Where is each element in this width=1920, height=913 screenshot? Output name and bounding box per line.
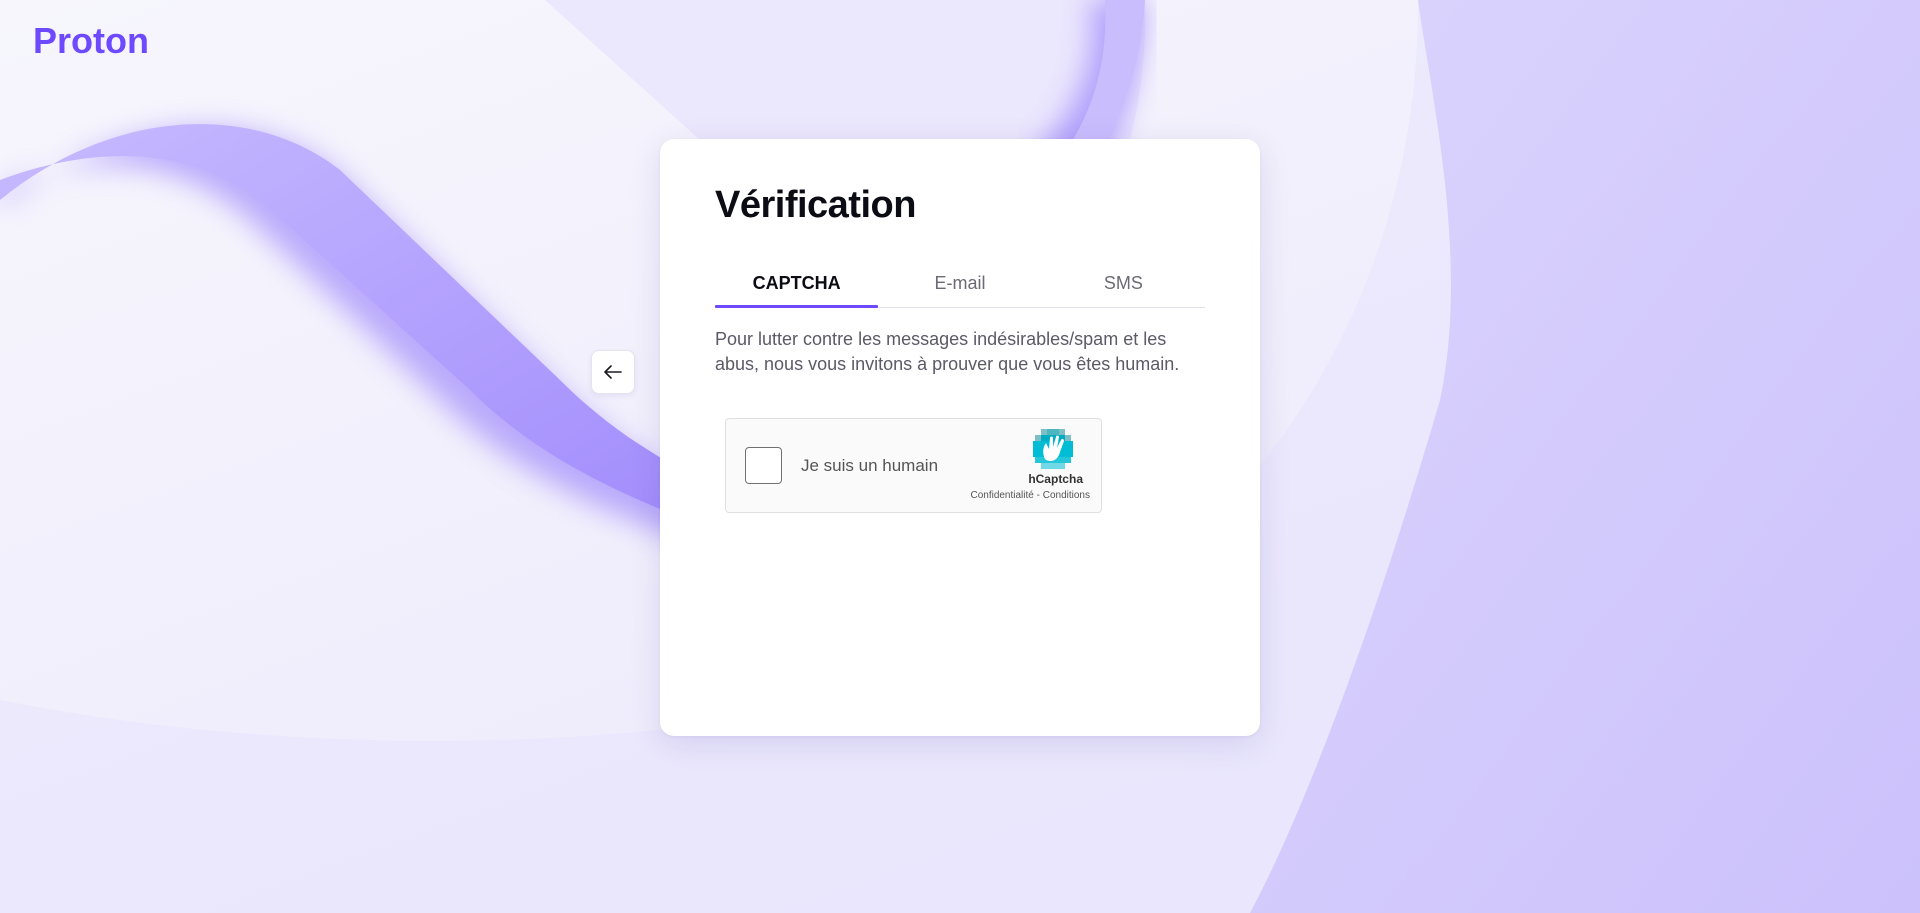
hcaptcha-brand: hCaptcha: [1028, 471, 1083, 486]
hcaptcha-checkbox-label: Je suis un humain: [801, 455, 939, 475]
arrow-left-icon: [604, 365, 622, 379]
back-button[interactable]: [591, 350, 635, 394]
hcaptcha-links-separator: -: [1033, 489, 1043, 501]
verification-description: Pour lutter contre les messages indésira…: [715, 328, 1180, 374]
verification-card: Vérification CAPTCHA E-mail SMS Pour lut…: [660, 139, 1260, 736]
brand-name: Proton: [33, 22, 149, 58]
proton-logo[interactable]: Proton: [33, 22, 158, 58]
tab-sms[interactable]: SMS: [1042, 267, 1205, 307]
hcaptcha-hand-icon: [1033, 428, 1073, 469]
page-title: Vérification: [715, 184, 916, 226]
hcaptcha-checkbox[interactable]: [745, 446, 782, 484]
tab-email[interactable]: E-mail: [878, 267, 1041, 307]
tab-captcha[interactable]: CAPTCHA: [715, 267, 879, 308]
hcaptcha-terms-link[interactable]: Conditions: [1043, 490, 1090, 501]
hcaptcha-widget: Je suis un humain hCaptcha Confidentiali…: [725, 417, 1102, 513]
hcaptcha-privacy-link[interactable]: Confidentialité: [970, 490, 1033, 501]
verification-tabs: CAPTCHA E-mail SMS: [715, 267, 1205, 308]
hcaptcha-links: Confidentialité - Conditions: [970, 490, 1090, 502]
